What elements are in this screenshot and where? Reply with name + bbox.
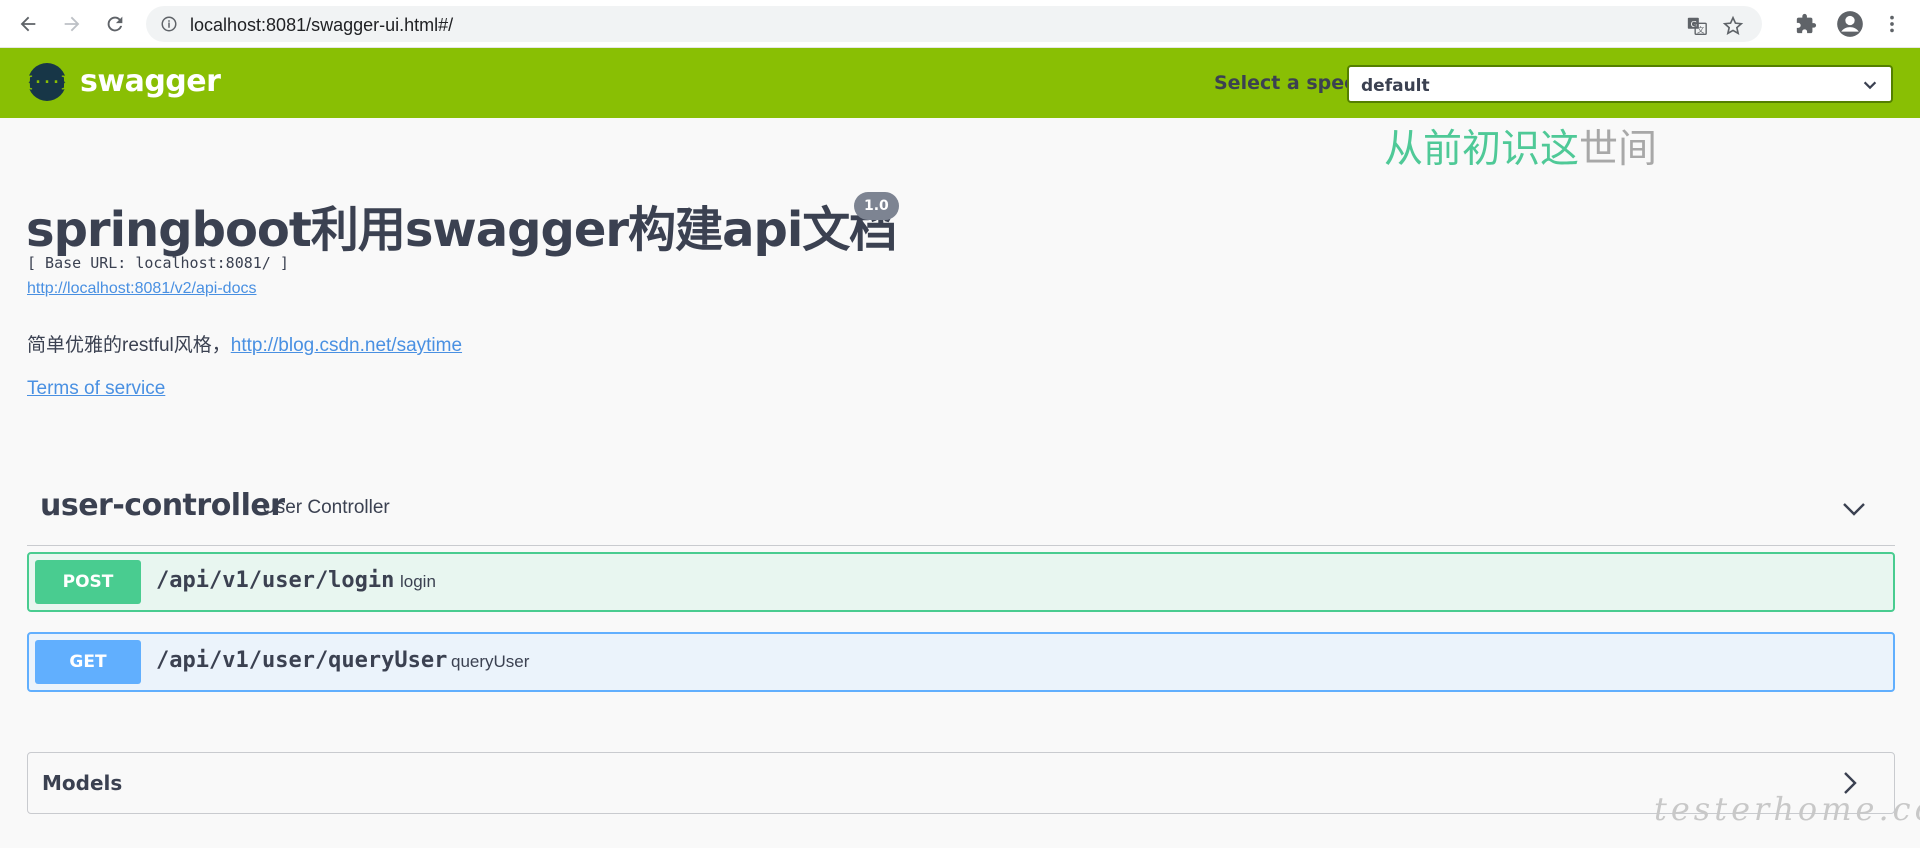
page-title: springboot利用swagger构建api文档 (26, 202, 897, 258)
tag-description: User Controller (262, 497, 390, 518)
watermark-bottom: testerhome.com (1654, 790, 1920, 828)
arrow-left-icon (20, 16, 36, 32)
translate-icon[interactable]: G文 (1686, 15, 1708, 37)
spec-select[interactable]: default (1347, 65, 1893, 103)
star-icon[interactable] (1722, 15, 1744, 37)
swagger-topbar: {···} swagger Select a spec default (0, 48, 1920, 118)
chevron-down-icon (1863, 81, 1877, 90)
spec-select-value: default (1361, 76, 1430, 96)
account-icon[interactable] (1836, 10, 1864, 38)
puzzle-icon[interactable] (1792, 10, 1820, 38)
url-text[interactable]: localhost:8081/swagger-ui.html#/ (190, 15, 453, 36)
info-icon[interactable] (160, 15, 178, 33)
tag-header[interactable]: user-controller User Controller (27, 484, 1895, 546)
tag-name[interactable]: user-controller (40, 488, 285, 523)
description-link[interactable]: http://blog.csdn.net/saytime (231, 335, 462, 356)
method-badge: GET (35, 640, 141, 684)
version-badge: 1.0 (854, 192, 899, 220)
chevron-down-icon[interactable] (1839, 494, 1869, 524)
watermark-green-text: 从前初识这 (1384, 127, 1580, 172)
forward-button[interactable] (58, 10, 86, 38)
base-url: [ Base URL: localhost:8081/ ] (27, 254, 289, 272)
operation-summary: queryUser (451, 652, 530, 671)
operation-path: /api/v1/user/login (156, 568, 395, 593)
watermark-gray-text: 世间 (1579, 127, 1658, 172)
operation-path: /api/v1/user/queryUser (156, 648, 448, 673)
models-section[interactable]: Models (27, 752, 1895, 814)
arrow-right-icon (64, 16, 80, 32)
swagger-logo-text[interactable]: swagger (80, 64, 221, 99)
reload-button[interactable] (101, 10, 129, 38)
watermark-top: 从前初识这世间 (1384, 118, 1657, 174)
description-text: 简单优雅的restful风格， (27, 335, 231, 356)
browser-toolbar: localhost:8081/swagger-ui.html#/ G文 (0, 0, 1920, 48)
terms-of-service-link[interactable]: Terms of service (27, 378, 165, 400)
operation-post-login[interactable]: POST /api/v1/user/login login (27, 552, 1895, 612)
more-vertical-icon[interactable] (1878, 10, 1906, 38)
api-docs-link[interactable]: http://localhost:8081/v2/api-docs (27, 280, 256, 298)
svg-text:文: 文 (1697, 25, 1705, 34)
reload-icon (107, 16, 123, 32)
swagger-logo-icon[interactable]: {···} (24, 63, 70, 101)
back-button[interactable] (14, 10, 42, 38)
operation-summary: login (400, 572, 436, 591)
description: 简单优雅的restful风格，http://blog.csdn.net/sayt… (27, 330, 462, 357)
method-badge: POST (35, 560, 141, 604)
models-title: Models (42, 771, 123, 795)
operation-get-queryuser[interactable]: GET /api/v1/user/queryUser queryUser (27, 632, 1895, 692)
address-bar[interactable]: localhost:8081/swagger-ui.html#/ G文 (146, 6, 1762, 42)
spec-label: Select a spec (1214, 72, 1356, 94)
